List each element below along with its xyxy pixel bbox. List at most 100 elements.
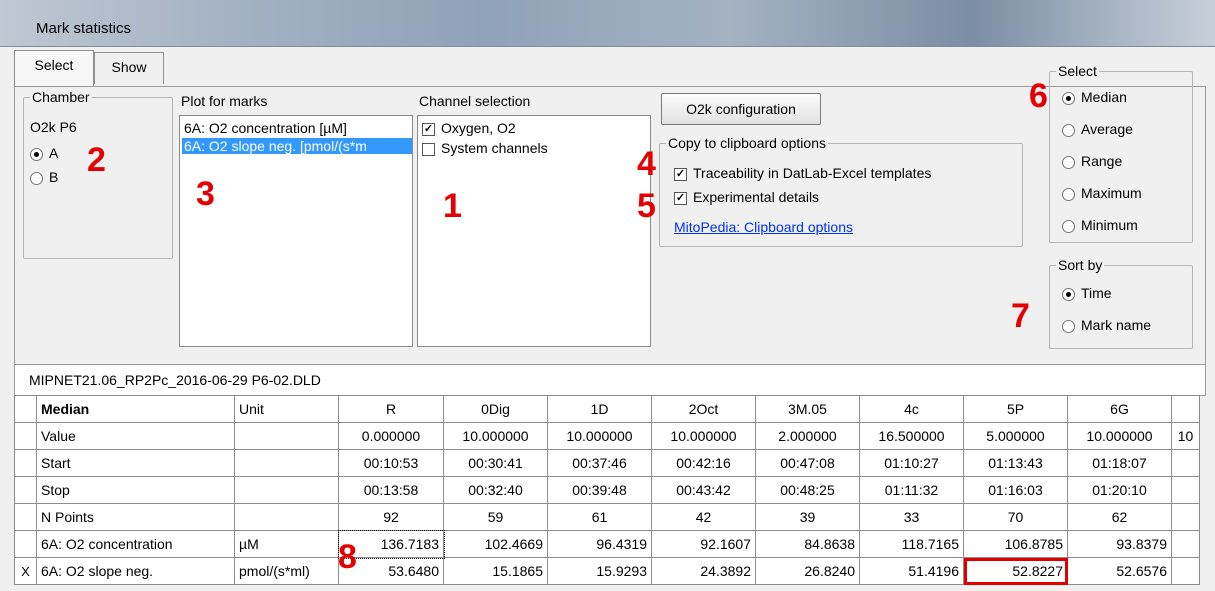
table-cell[interactable] [1171,530,1200,558]
table-row[interactable]: Start 00:10:53 00:30:41 00:37:46 00:42:16 00:… [14,449,1200,477]
table-cell[interactable]: 15.9293 [547,557,652,585]
table-cell[interactable] [1171,476,1200,504]
table-cell[interactable]: 96.4319 [547,530,652,558]
table-cell[interactable]: 61 [547,503,652,531]
table-cell[interactable] [1171,449,1200,477]
row-unit: pmol/(s*ml) [234,557,339,585]
option-experimental-details[interactable]: ✓ Experimental details [674,189,819,205]
table-cell[interactable]: 01:20:10 [1067,476,1172,504]
table-cell[interactable]: 00:30:41 [443,449,548,477]
table-cell[interactable]: 01:16:03 [963,476,1068,504]
table-cell[interactable]: 52.8227 [963,557,1068,585]
annotation-1: 1 [443,187,462,225]
table-cell[interactable]: 00:48:25 [755,476,860,504]
select-median[interactable]: Median [1062,89,1127,105]
channel-system[interactable]: System channels [422,140,548,156]
row-indicator [14,530,37,558]
table-row[interactable]: N Points 92 59 61 42 39 33 70 62 [14,503,1200,531]
table-cell[interactable]: 62 [1067,503,1172,531]
annotation-4: 4 [637,145,656,183]
table-cell[interactable]: 10 [1171,422,1200,450]
column-header-mark[interactable]: R [338,395,444,423]
table-cell[interactable]: 00:39:48 [547,476,652,504]
table-cell[interactable]: 01:11:32 [859,476,964,504]
column-header-mark[interactable]: 3M.05 [755,395,860,423]
plot-for-marks-list[interactable]: 6A: O2 concentration [µM] 6A: O2 slope n… [179,115,413,347]
channel-selection-list[interactable]: ✓ Oxygen, O2 System channels [417,115,651,347]
table-cell[interactable]: 118.7165 [859,530,964,558]
table-cell[interactable]: 52.6576 [1067,557,1172,585]
select-average[interactable]: Average [1062,121,1133,137]
table-cell[interactable]: 0.000000 [338,422,444,450]
table-row[interactable]: X 6A: O2 slope neg. pmol/(s*ml) 53.6480 15.1… [14,557,1200,585]
table-cell[interactable]: 01:18:07 [1067,449,1172,477]
table-cell[interactable]: 51.4196 [859,557,964,585]
column-header-mark[interactable]: 1D [547,395,652,423]
table-row[interactable]: Stop 00:13:58 00:32:40 00:39:48 00:43:42 00:4… [14,476,1200,504]
table-cell[interactable]: 84.8638 [755,530,860,558]
table-row[interactable]: Value 0.000000 10.000000 10.000000 10.000000… [14,422,1200,450]
table-cell[interactable] [1171,503,1200,531]
select-range[interactable]: Range [1062,153,1122,169]
table-cell[interactable]: 15.1865 [443,557,548,585]
chamber-option-a[interactable]: A [30,145,58,161]
table-cell[interactable]: 5.000000 [963,422,1068,450]
table-cell[interactable]: 92.1607 [651,530,756,558]
sort-by-time[interactable]: Time [1062,285,1112,301]
plot-item-slope[interactable]: 6A: O2 slope neg. [pmol/(s*m [182,138,412,154]
radio-icon [1062,123,1075,137]
channel-oxygen[interactable]: ✓ Oxygen, O2 [422,120,516,136]
table-cell[interactable]: 102.4669 [443,530,548,558]
tab-show[interactable]: Show [94,52,164,84]
table-cell[interactable]: 10.000000 [651,422,756,450]
table-cell[interactable]: 01:13:43 [963,449,1068,477]
chamber-option-b[interactable]: B [30,169,58,185]
table-cell[interactable]: 00:10:53 [338,449,444,477]
table-cell[interactable]: 00:47:08 [755,449,860,477]
table-cell[interactable]: 00:42:16 [651,449,756,477]
sort-by-mark-name[interactable]: Mark name [1062,317,1151,333]
table-cell[interactable]: 10.000000 [1067,422,1172,450]
file-name: MIPNET21.06_RP2Pc_2016-06-29 P6-02.DLD [29,372,321,388]
radio-icon [30,171,43,185]
table-cell[interactable]: 10.000000 [547,422,652,450]
table-cell[interactable]: 16.500000 [859,422,964,450]
table-row[interactable]: 6A: O2 concentration µM 136.7183 102.4669 96… [14,529,1200,559]
table-cell[interactable]: 00:37:46 [547,449,652,477]
column-header-mark[interactable]: 2Oct [651,395,756,423]
radio-selected-icon [30,147,43,161]
table-cell[interactable]: 92 [338,503,444,531]
mitopedia-clipboard-link[interactable]: MitoPedia: Clipboard options [674,219,853,235]
table-cell[interactable]: 39 [755,503,860,531]
radio-icon [1062,155,1075,169]
table-cell[interactable]: 2.000000 [755,422,860,450]
table-cell[interactable]: 70 [963,503,1068,531]
table-cell[interactable]: 01:10:27 [859,449,964,477]
select-minimum[interactable]: Minimum [1062,217,1138,233]
table-cell[interactable]: 00:43:42 [651,476,756,504]
table-cell[interactable]: 106.8785 [963,530,1068,558]
column-header-mark[interactable] [1171,395,1200,423]
table-cell[interactable]: 59 [443,503,548,531]
row-unit: µM [234,530,339,558]
plot-item-concentration[interactable]: 6A: O2 concentration [µM] [184,120,347,136]
column-header-mark[interactable]: 6G [1067,395,1172,423]
sort-by-legend: Sort by [1058,257,1103,273]
column-header-mark[interactable]: 0Dig [443,395,548,423]
table-cell[interactable]: 26.8240 [755,557,860,585]
option-traceability[interactable]: ✓ Traceability in DatLab-Excel templates [674,165,931,181]
table-cell[interactable] [1171,557,1200,585]
o2k-configuration-button[interactable]: O2k configuration [661,93,821,125]
table-cell[interactable]: 24.3892 [651,557,756,585]
select-maximum[interactable]: Maximum [1062,185,1142,201]
table-cell[interactable]: 42 [651,503,756,531]
table-cell[interactable]: 33 [859,503,964,531]
table-cell[interactable]: 00:13:58 [338,476,444,504]
table-cell[interactable]: 10.000000 [443,422,548,450]
statistics-grid[interactable]: Median Unit R 0Dig 1D 2Oct 3M.05 4c 5P 6… [14,395,1200,585]
table-cell[interactable]: 00:32:40 [443,476,548,504]
column-header-mark[interactable]: 5P [963,395,1068,423]
column-header-mark[interactable]: 4c [859,395,964,423]
tab-select[interactable]: Select [14,50,94,86]
table-cell[interactable]: 93.8379 [1067,530,1172,558]
